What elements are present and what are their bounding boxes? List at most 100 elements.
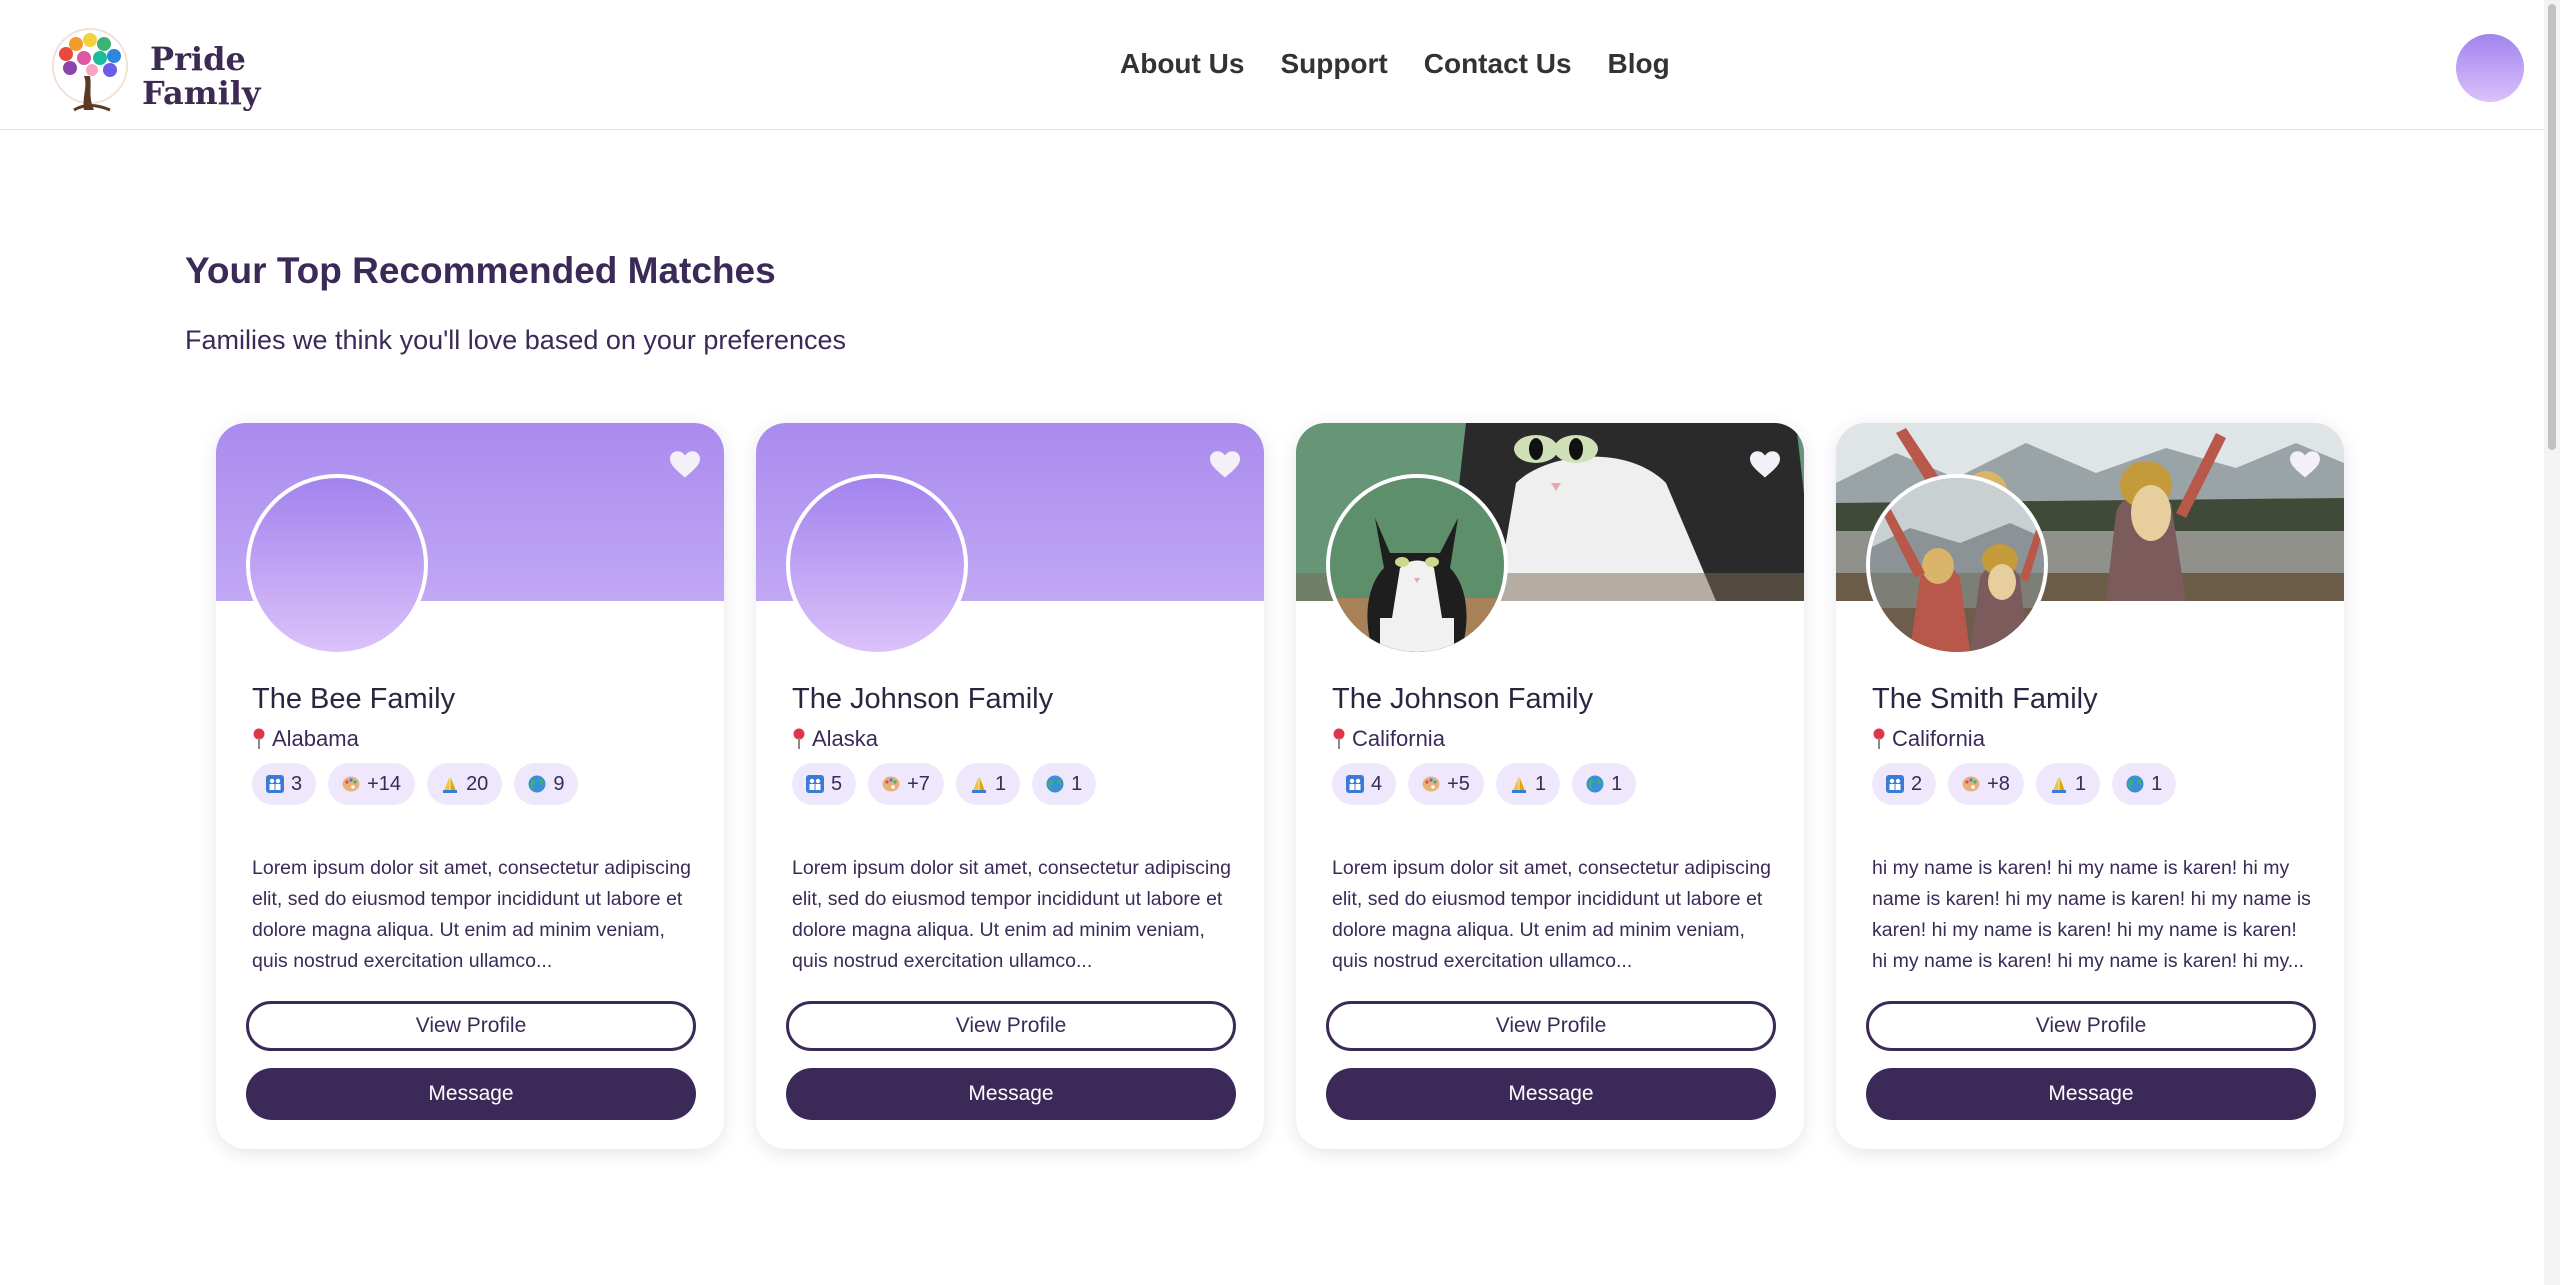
palette-icon xyxy=(882,776,900,792)
culture-count: 1 xyxy=(1071,772,1083,795)
cat-avatar-image xyxy=(1330,478,1504,652)
family-icon xyxy=(1886,775,1904,793)
family-photo[interactable] xyxy=(1866,474,2048,656)
nav-support[interactable]: Support xyxy=(1280,48,1387,80)
family-icon xyxy=(266,775,284,793)
praying-hands-icon xyxy=(443,777,458,793)
family-location: Alaska xyxy=(792,726,878,752)
stat-chips: 3 +14 20 9 xyxy=(252,763,579,805)
faith-chip: 20 xyxy=(427,763,503,805)
message-button[interactable]: Message xyxy=(786,1068,1236,1120)
map-pin-icon xyxy=(793,728,805,749)
kids-count: +14 xyxy=(367,772,402,795)
stat-chips: 5 +7 1 1 xyxy=(792,763,1097,805)
family-photo[interactable] xyxy=(246,474,428,656)
brand-line-1: Pride xyxy=(150,40,246,78)
faith-count: 1 xyxy=(2074,772,2087,795)
faith-chip: 1 xyxy=(2035,763,2101,805)
friends-avatar-image xyxy=(1870,478,2044,652)
members-count: 4 xyxy=(1371,772,1383,795)
family-description: hi my name is karen! hi my name is karen… xyxy=(1872,856,2311,972)
praying-hands-icon xyxy=(971,777,986,793)
family-location: California xyxy=(1872,726,1985,752)
site-header: Pride Family About Us Support Contact Us… xyxy=(0,0,2544,130)
scrollbar-thumb[interactable] xyxy=(2548,4,2556,450)
location-text: Alaska xyxy=(812,726,879,751)
family-name[interactable]: The Johnson Family xyxy=(792,683,1053,716)
view-profile-button[interactable]: View Profile xyxy=(246,1001,696,1051)
globe-icon xyxy=(528,775,546,793)
location-text: California xyxy=(1352,726,1445,751)
globe-icon xyxy=(1046,775,1064,793)
map-pin-icon xyxy=(1333,728,1345,749)
family-name[interactable]: The Smith Family xyxy=(1872,683,2098,716)
members-count: 3 xyxy=(291,772,303,795)
culture-chip: 1 xyxy=(1572,763,1637,805)
family-photo[interactable] xyxy=(786,474,968,656)
stat-chips: 2 +8 1 1 xyxy=(1872,763,2177,805)
globe-icon xyxy=(2126,775,2144,793)
praying-hands-icon xyxy=(1511,777,1526,793)
nav-about-us[interactable]: About Us xyxy=(1120,48,1244,80)
scrollbar[interactable] xyxy=(2544,0,2560,1285)
faith-chip: 1 xyxy=(1495,763,1561,805)
view-profile-button[interactable]: View Profile xyxy=(1866,1001,2316,1051)
family-icon xyxy=(1346,775,1364,793)
family-card: The Smith Family California 2 +8 1 1 hi … xyxy=(1836,423,2344,1149)
palette-icon xyxy=(1422,776,1440,792)
logo[interactable]: Pride Family xyxy=(44,26,264,116)
view-profile-button[interactable]: View Profile xyxy=(1326,1001,1776,1051)
faith-count: 20 xyxy=(466,772,489,795)
family-card: The Johnson Family California 4 +5 1 1 L… xyxy=(1296,423,1804,1149)
heart-icon[interactable] xyxy=(1750,451,1780,479)
family-icon xyxy=(806,775,824,793)
family-name[interactable]: The Johnson Family xyxy=(1332,683,1593,716)
kids-count: +5 xyxy=(1447,772,1470,795)
family-location: Alabama xyxy=(252,726,359,752)
palette-icon xyxy=(1962,776,1980,792)
family-card: The Bee Family Alabama 3 +14 20 9 Lorem … xyxy=(216,423,724,1149)
family-card: The Johnson Family Alaska 5 +7 1 1 Lorem… xyxy=(756,423,1264,1149)
family-photo[interactable] xyxy=(1326,474,1508,656)
heart-icon[interactable] xyxy=(1210,451,1240,479)
praying-hands-icon xyxy=(2051,777,2066,793)
kids-count: +7 xyxy=(907,772,930,795)
location-text: Alabama xyxy=(272,726,359,751)
kids-chip: +5 xyxy=(1408,763,1484,805)
map-pin-icon xyxy=(1873,728,1885,749)
family-tree-logo-icon xyxy=(52,28,128,112)
members-chip: 5 xyxy=(792,763,857,805)
message-button[interactable]: Message xyxy=(246,1068,696,1120)
brand-name: Pride Family xyxy=(142,42,260,110)
members-chip: 2 xyxy=(1872,763,1937,805)
members-count: 2 xyxy=(1911,772,1923,795)
members-count: 5 xyxy=(831,772,843,795)
view-profile-button[interactable]: View Profile xyxy=(786,1001,1236,1051)
palette-icon xyxy=(342,776,360,792)
globe-icon xyxy=(1586,775,1604,793)
culture-chip: 1 xyxy=(2112,763,2177,805)
message-button[interactable]: Message xyxy=(1326,1068,1776,1120)
kids-chip: +7 xyxy=(868,763,944,805)
family-name[interactable]: The Bee Family xyxy=(252,683,455,716)
culture-count: 1 xyxy=(1611,772,1623,795)
culture-count: 1 xyxy=(2151,772,2163,795)
family-description: Lorem ipsum dolor sit amet, consectetur … xyxy=(252,856,691,972)
brand-line-2: Family xyxy=(142,74,261,112)
message-button[interactable]: Message xyxy=(1866,1068,2316,1120)
user-avatar[interactable] xyxy=(2456,34,2524,102)
nav-blog[interactable]: Blog xyxy=(1608,48,1670,80)
members-chip: 4 xyxy=(1332,763,1397,805)
page-subtitle: Families we think you'll love based on y… xyxy=(185,325,846,355)
nav-contact-us[interactable]: Contact Us xyxy=(1424,48,1572,80)
heart-icon[interactable] xyxy=(670,451,700,479)
location-text: California xyxy=(1892,726,1985,751)
culture-chip: 1 xyxy=(1032,763,1097,805)
heart-icon[interactable] xyxy=(2290,451,2320,479)
culture-chip: 9 xyxy=(514,763,579,805)
stat-chips: 4 +5 1 1 xyxy=(1332,763,1637,805)
members-chip: 3 xyxy=(252,763,317,805)
main-nav: About Us Support Contact Us Blog xyxy=(1120,48,1670,80)
faith-chip: 1 xyxy=(955,763,1021,805)
page-title: Your Top Recommended Matches xyxy=(185,250,776,291)
